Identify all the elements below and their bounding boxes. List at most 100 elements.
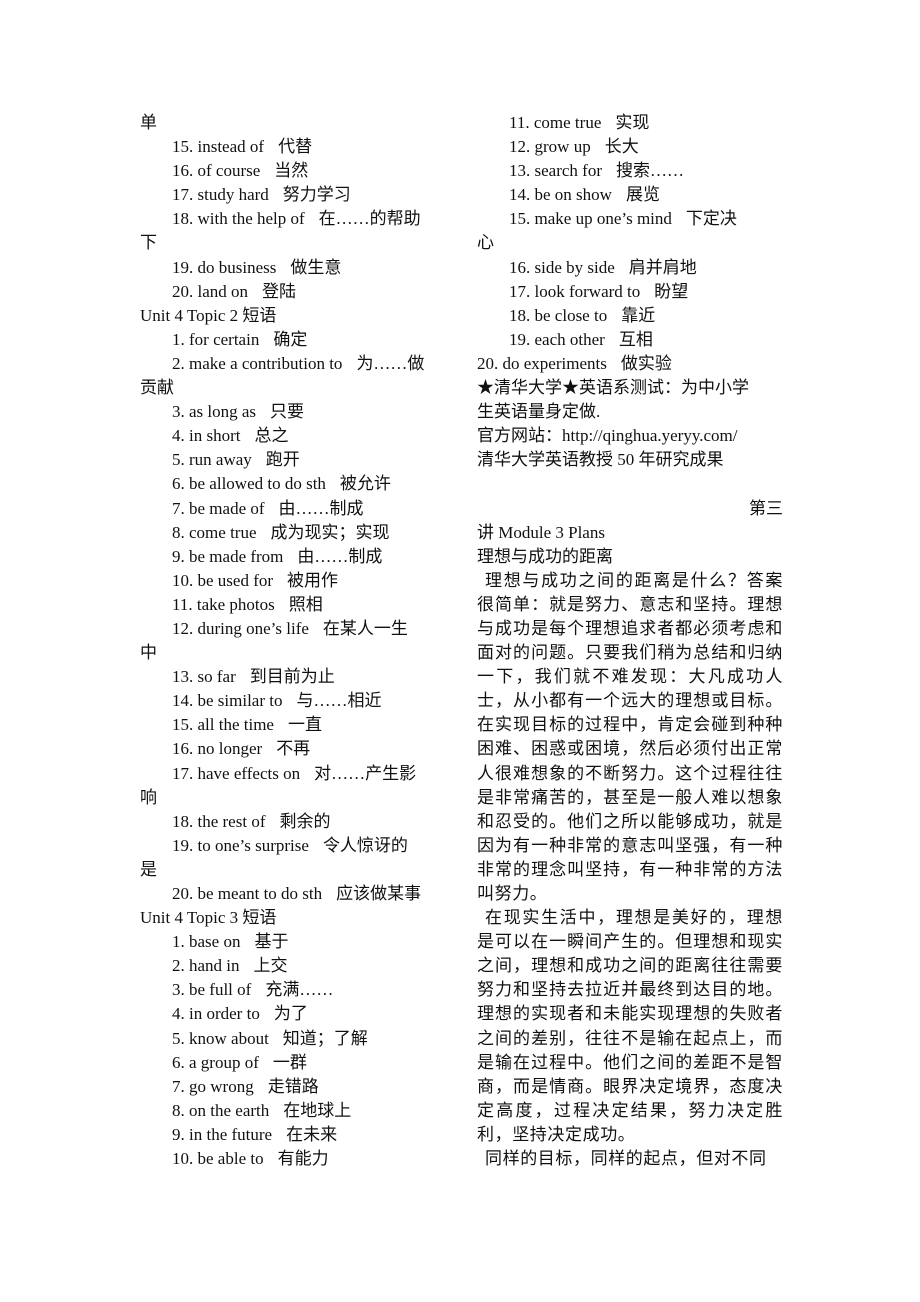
phrase-item: 3. as long as 只要 xyxy=(140,400,452,424)
phrase-chinese: 搜索…… xyxy=(616,161,684,181)
wrapped-text: 贡献 xyxy=(140,378,174,398)
phrase-english: 1. for certain xyxy=(172,329,260,349)
phrase-english: 3. be full of xyxy=(172,980,252,1000)
left-column: 单 15. instead of 代替 16. of course 当然 17. stud… xyxy=(140,111,452,1171)
phrase-english: 17. have effects on xyxy=(172,763,301,783)
phrase-chinese: 在地球上 xyxy=(283,1100,352,1120)
phrase-item: 12. during one’s life 在某人一生 xyxy=(140,617,452,641)
phrase-chinese: 为了 xyxy=(273,1004,308,1024)
phrase-item: 15. make up one’s mind 下定决 xyxy=(477,207,783,231)
phrase-item: 18. with the help of 在……的帮助 xyxy=(140,207,452,231)
wrapped-text: 中 xyxy=(140,643,157,663)
phrase-item: 17. have effects on 对……产生影 xyxy=(140,762,452,786)
phrase-chinese: 上交 xyxy=(253,956,288,976)
phrase-english: 8. come true xyxy=(172,522,257,542)
phrase-english: 14. be similar to xyxy=(172,691,283,711)
phrase-chinese: 代替 xyxy=(278,137,313,157)
ad-website-line: 官方网站：http://qinghua.yeryy.com/ xyxy=(477,426,738,446)
phrase-chinese: 知道；了解 xyxy=(282,1028,368,1048)
essay-paragraph: 在现实生活中，理想是美好的，理想是可以在一瞬间产生的。但理想和现实之间，理想和成… xyxy=(477,908,783,1144)
phrase-english: 16. no longer xyxy=(172,739,263,759)
phrase-english: 17. study hard xyxy=(172,185,269,205)
phrase-item: 11. come true 实现 xyxy=(477,111,783,135)
right-column: 11. come true 实现 12. grow up 长大 13. search f… xyxy=(477,111,783,1171)
essay-paragraph: 同样的目标，同样的起点，但对不同 xyxy=(485,1149,767,1169)
phrase-english: 19. do business xyxy=(172,257,277,277)
ad-line: ★清华大学★英语系测试：为中小学 xyxy=(477,378,749,398)
phrase-chinese: 确定 xyxy=(273,329,308,349)
phrase-english: 12. during one’s life xyxy=(172,618,309,638)
phrase-chinese: 由……制成 xyxy=(278,498,364,518)
phrase-english: 12. grow up xyxy=(509,137,591,157)
phrase-chinese: 被允许 xyxy=(339,474,391,494)
phrase-item: 11. take photos 照相 xyxy=(140,593,452,617)
phrase-chinese: 不再 xyxy=(276,739,311,759)
phrase-english: 15. instead of xyxy=(172,137,265,157)
phrase-chinese: 只要 xyxy=(270,402,305,422)
phrase-english: 17. look forward to xyxy=(509,281,641,301)
phrase-chinese: 当然 xyxy=(274,161,309,181)
phrase-chinese: 下定决 xyxy=(685,209,737,229)
phrase-item: 4. in short 总之 xyxy=(140,424,452,448)
phrase-chinese: 由……制成 xyxy=(297,546,383,566)
phrase-chinese: 被用作 xyxy=(287,570,339,590)
wrapped-text: 心 xyxy=(477,233,494,253)
phrase-item: 19. do business 做生意 xyxy=(140,256,452,280)
phrase-item: 7. go wrong 走错路 xyxy=(140,1075,452,1099)
phrase-item: 4. in order to 为了 xyxy=(140,1002,452,1026)
phrase-item: 6. be allowed to do sth 被允许 xyxy=(140,472,452,496)
phrase-list-continued: 11. come true 实现 12. grow up 长大 13. search f… xyxy=(477,111,783,376)
phrase-chinese: 剩余的 xyxy=(279,811,331,831)
phrase-english: 5. run away xyxy=(172,450,252,470)
phrase-english: 4. in order to xyxy=(172,1004,260,1024)
section-heading: Unit 4 Topic 2 短语 xyxy=(140,305,277,325)
phrase-item: 18. be close to 靠近 xyxy=(477,304,783,328)
essay-paragraph: 理想与成功之间的距离是什么？答案很简单：就是努力、意志和坚持。理想与成功是每个理… xyxy=(477,570,783,903)
phrase-english: 11. take photos xyxy=(172,594,275,614)
phrase-item: 19. to one’s surprise 令人惊讶的 xyxy=(140,834,452,858)
phrase-english: 9. in the future xyxy=(172,1124,273,1144)
phrase-chinese: 令人惊讶的 xyxy=(322,835,408,855)
phrase-item: 7. be made of 由……制成 xyxy=(140,497,452,521)
phrase-english: 4. in short xyxy=(172,426,241,446)
wrapped-text: 响 xyxy=(140,787,157,807)
phrase-english: 20. land on xyxy=(172,281,249,301)
phrase-english: 2. make a contribution to xyxy=(172,353,343,373)
phrase-item: 2. hand in 上交 xyxy=(140,954,452,978)
phrase-chinese: 对……产生影 xyxy=(314,763,417,783)
ad-line: 清华大学英语教授 50 年研究成果 xyxy=(477,450,724,470)
phrase-english: 19. each other xyxy=(509,329,605,349)
phrase-english: 10. be able to xyxy=(172,1149,264,1169)
phrase-chinese: 一直 xyxy=(287,715,322,735)
phrase-item: 3. be full of 充满…… xyxy=(140,978,452,1002)
phrase-item: 1. base on 基于 xyxy=(140,930,452,954)
phrase-item: 8. come true 成为现实；实现 xyxy=(140,521,452,545)
phrase-item: 16. no longer 不再 xyxy=(140,737,452,761)
phrase-chinese: 靠近 xyxy=(621,305,656,325)
phrase-chinese: 互相 xyxy=(618,329,653,349)
phrase-item: 16. of course 当然 xyxy=(140,159,452,183)
phrase-chinese: 走错路 xyxy=(267,1076,319,1096)
phrase-item: 12. grow up 长大 xyxy=(477,135,783,159)
phrase-chinese: 为……做 xyxy=(356,353,425,373)
phrase-item: 20. do experiments 做实验 xyxy=(477,352,783,376)
phrase-english: 2. hand in xyxy=(172,956,240,976)
phrase-item: 14. be on show 展览 xyxy=(477,183,783,207)
phrase-chinese: 做实验 xyxy=(620,353,672,373)
phrase-english: 1. base on xyxy=(172,932,241,952)
phrase-item: 5. know about 知道；了解 xyxy=(140,1027,452,1051)
phrase-item: 8. on the earth 在地球上 xyxy=(140,1099,452,1123)
phrase-item: 13. so far 到目前为止 xyxy=(140,665,452,689)
phrase-english: 7. be made of xyxy=(172,498,265,518)
phrase-english: 7. go wrong xyxy=(172,1076,254,1096)
wrapped-text: 是 xyxy=(140,859,157,879)
phrase-chinese: 肩并肩地 xyxy=(628,257,697,277)
phrase-english: 15. all the time xyxy=(172,715,274,735)
phrase-english: 19. to one’s surprise xyxy=(172,835,309,855)
phrase-item: 9. in the future 在未来 xyxy=(140,1123,452,1147)
phrase-english: 18. with the help of xyxy=(172,209,305,229)
phrase-english: 16. of course xyxy=(172,161,261,181)
phrase-english: 20. be meant to do sth xyxy=(172,884,323,903)
ad-line: 生英语量身定做. xyxy=(477,402,601,422)
phrase-chinese: 长大 xyxy=(604,137,639,157)
